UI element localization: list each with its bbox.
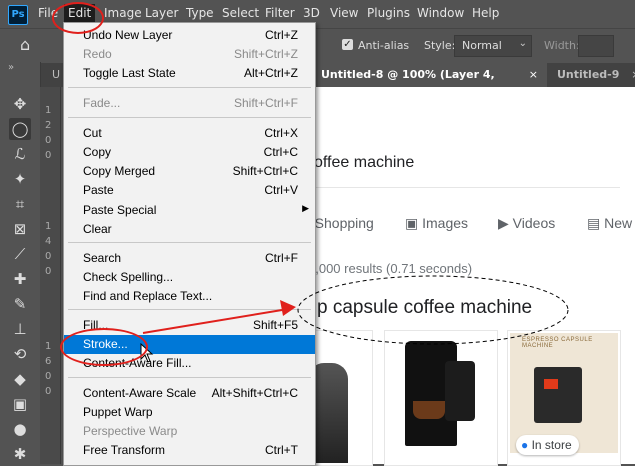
annotation-overlay bbox=[142, 275, 569, 345]
annotation-arrow-line bbox=[142, 309, 283, 334]
annotation-dashed-ellipse bbox=[297, 275, 569, 345]
annotation-arrow-head bbox=[280, 300, 296, 316]
